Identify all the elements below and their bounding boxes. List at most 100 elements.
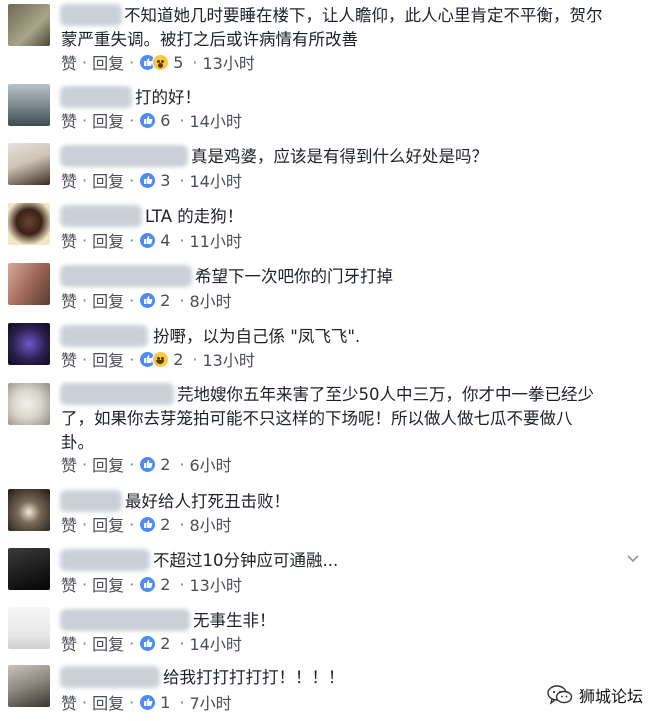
comment-actions: 赞 · 回复 · 2 · 14小时	[61, 631, 242, 655]
reaction-count: 2	[160, 514, 171, 534]
chevron-down-icon[interactable]	[625, 550, 641, 566]
comment-actions: 赞 · 回复 · 5 · 13小时	[61, 50, 255, 74]
like-button[interactable]: 赞	[61, 108, 77, 132]
watermark-text: 狮城论坛	[578, 687, 643, 706]
avatar[interactable]	[8, 143, 50, 185]
avatar[interactable]	[8, 607, 50, 649]
like-icon	[139, 111, 157, 129]
like-button[interactable]: 赞	[61, 347, 77, 371]
reply-button[interactable]: 回复	[92, 690, 124, 714]
comment-text: 不知道她几时要睡在楼下，让人瞻仰，此人心里肯定不平衡，贺尔 蒙严重失调。被打之后…	[61, 6, 603, 49]
comment-text: 最好给人打死丑击败！	[125, 492, 290, 511]
reply-button[interactable]: 回复	[92, 631, 124, 655]
like-button[interactable]: 赞	[61, 228, 77, 252]
avatar[interactable]	[8, 489, 50, 531]
comment-actions: 赞 · 回复 · 3 · 14小时	[61, 168, 242, 192]
reply-button[interactable]: 回复	[92, 452, 124, 476]
comment-item: 真是鸡婆，应该是有得到什么好处是吗？ 赞 · 回复 · 3 · 14小时	[0, 137, 657, 193]
comment-text: 无事生非！	[193, 611, 276, 630]
reaction-summary[interactable]: 6	[139, 111, 170, 130]
reaction-summary[interactable]: 2	[139, 575, 170, 594]
comment-actions: 赞 · 回复 · 2 · 8小时	[61, 512, 232, 536]
comment-text: 希望下一次吧你的门牙打掉	[195, 267, 393, 286]
comment-actions: 赞 · 回复 · 2 · 13小时	[61, 572, 242, 596]
reply-button[interactable]: 回复	[92, 228, 124, 252]
reaction-count: 2	[160, 574, 171, 594]
comment-text: 芫地嫂你五年来害了至少50人中三万，你才中一拳已经少 了，如果你去芽笼拍可能不只…	[61, 385, 594, 452]
timestamp[interactable]: 13小时	[203, 347, 255, 371]
comment-item: 无事生非！ 赞 · 回复 · 2 · 14小时	[0, 601, 657, 657]
like-button[interactable]: 赞	[61, 168, 77, 192]
avatar[interactable]	[8, 263, 50, 305]
avatar[interactable]	[8, 383, 50, 425]
reaction-summary[interactable]: 5	[139, 53, 183, 72]
reaction-summary[interactable]: 4	[139, 231, 170, 250]
reply-button[interactable]: 回复	[92, 108, 124, 132]
like-icon	[139, 575, 157, 593]
reaction-count: 1	[160, 692, 171, 712]
comment-text: 给我打打打打打！！！！	[163, 668, 345, 687]
reaction-summary[interactable]: 2	[139, 350, 183, 369]
like-icon	[139, 693, 157, 711]
comment-actions: 赞 · 回复 · 1 · 7小时	[61, 690, 232, 714]
comment-actions: 赞 · 回复 · 6 · 14小时	[61, 108, 242, 132]
like-button[interactable]: 赞	[61, 288, 77, 312]
timestamp[interactable]: 14小时	[190, 168, 242, 192]
like-button[interactable]: 赞	[61, 572, 77, 596]
reaction-summary[interactable]: 2	[139, 455, 170, 474]
avatar[interactable]	[8, 323, 50, 365]
reaction-summary[interactable]: 1	[139, 693, 170, 712]
comment-actions: 赞 · 回复 · 4 · 11小时	[61, 228, 242, 252]
like-icon	[139, 634, 157, 652]
timestamp[interactable]: 13小时	[203, 50, 255, 74]
reaction-summary[interactable]: 2	[139, 291, 170, 310]
like-button[interactable]: 赞	[61, 631, 77, 655]
timestamp[interactable]: 13小时	[190, 572, 242, 596]
reaction-count: 5	[173, 52, 184, 72]
timestamp[interactable]: 14小时	[190, 631, 242, 655]
comment-text: 扮嘢，以为自己係 "凤飞飞".	[153, 327, 361, 346]
reply-button[interactable]: 回复	[92, 347, 124, 371]
comment-text: 不超过10分钟应可通融...	[153, 551, 339, 570]
timestamp[interactable]: 8小时	[190, 288, 232, 312]
reaction-count: 6	[160, 110, 171, 130]
comment-item: LTA 的走狗！ 赞 · 回复 · 4 · 11小时	[0, 197, 657, 253]
like-button[interactable]: 赞	[61, 50, 77, 74]
reply-button[interactable]: 回复	[92, 512, 124, 536]
like-button[interactable]: 赞	[61, 690, 77, 714]
avatar[interactable]	[8, 4, 50, 46]
comment-item: 最好给人打死丑击败！ 赞 · 回复 · 2 · 8小时	[0, 483, 657, 539]
like-button[interactable]: 赞	[61, 512, 77, 536]
comment-text: 真是鸡婆，应该是有得到什么好处是吗？	[191, 147, 488, 166]
timestamp[interactable]: 7小时	[190, 690, 232, 714]
comment-item: 不超过10分钟应可通融... 赞 · 回复 · 2 · 13小时	[0, 542, 657, 598]
like-button[interactable]: 赞	[61, 452, 77, 476]
reaction-summary[interactable]: 2	[139, 515, 170, 534]
reaction-summary[interactable]: 3	[139, 171, 170, 190]
reply-button[interactable]: 回复	[92, 168, 124, 192]
reaction-summary[interactable]: 2	[139, 634, 170, 653]
reply-button[interactable]: 回复	[92, 288, 124, 312]
avatar[interactable]	[8, 548, 50, 590]
like-icon	[139, 291, 157, 309]
timestamp[interactable]: 8小时	[190, 512, 232, 536]
reaction-count: 4	[160, 230, 171, 250]
avatar[interactable]	[8, 203, 50, 245]
timestamp[interactable]: 14小时	[190, 108, 242, 132]
comment-actions: 赞 · 回复 · 2 · 13小时	[61, 347, 255, 371]
haha-icon	[152, 350, 170, 368]
timestamp[interactable]: 11小时	[190, 228, 242, 252]
comment-item: 希望下一次吧你的门牙打掉 赞 · 回复 · 2 · 8小时	[0, 258, 657, 314]
reaction-count: 2	[160, 290, 171, 310]
reply-button[interactable]: 回复	[92, 50, 124, 74]
like-icon	[139, 515, 157, 533]
like-icon	[139, 171, 157, 189]
reaction-count: 2	[173, 349, 184, 369]
comment-item: 打的好！ 赞 · 回复 · 6 · 14小时	[0, 78, 657, 134]
like-icon	[139, 455, 157, 473]
avatar[interactable]	[8, 84, 50, 126]
avatar[interactable]	[8, 665, 50, 707]
like-icon	[139, 231, 157, 249]
reply-button[interactable]: 回复	[92, 572, 124, 596]
timestamp[interactable]: 6小时	[190, 452, 232, 476]
